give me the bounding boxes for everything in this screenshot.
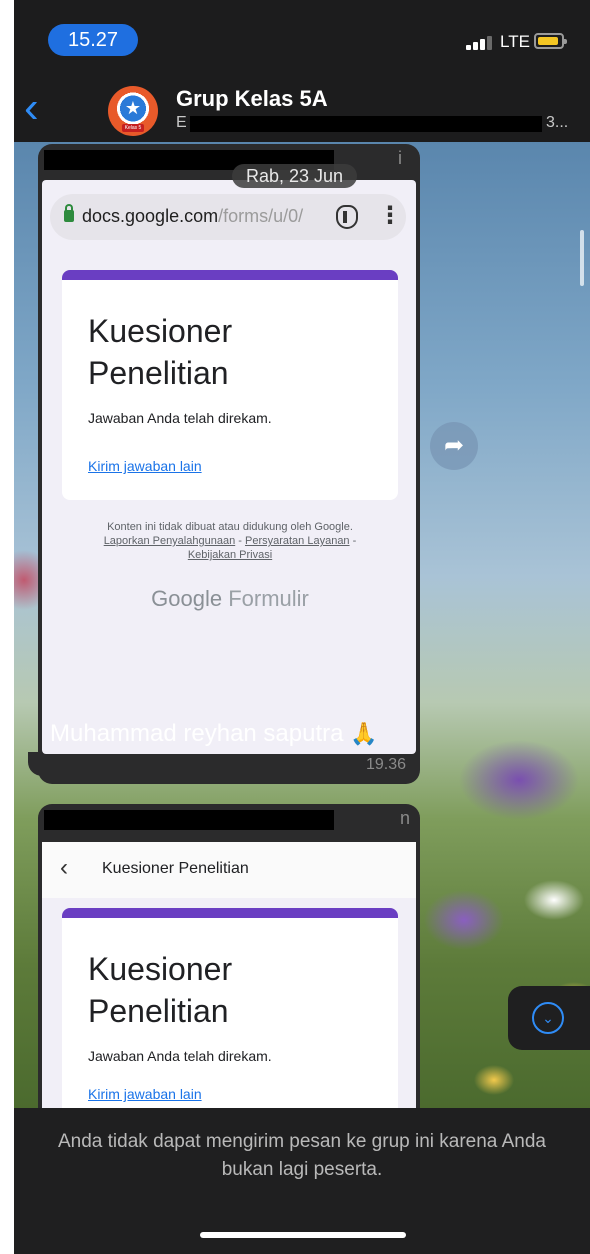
praying-hands-icon: 🙏 — [350, 721, 378, 746]
sender-name[interactable]: i — [38, 144, 420, 174]
brand-name: Google — [151, 586, 223, 611]
scroll-down-button[interactable]: ⌄ — [508, 986, 590, 1050]
home-indicator[interactable] — [200, 1232, 406, 1238]
form-accent-bar — [62, 270, 398, 280]
caption-text: Muhammad reyhan saputra — [50, 720, 344, 747]
subtitle-end: 3... — [546, 114, 569, 131]
form-accent-bar — [62, 908, 398, 918]
group-title[interactable]: Grup Kelas 5A — [176, 86, 328, 112]
lock-icon — [64, 204, 74, 222]
url-text: docs.google.com/forms/u/0/ — [82, 206, 303, 227]
browser-url-bar: docs.google.com/forms/u/0/ ⋮ — [50, 194, 406, 240]
form-title: Kuesioner Penelitian — [88, 313, 233, 391]
kebab-menu-icon: ⋮ — [378, 202, 402, 229]
date-chip: Rab, 23 Jun — [232, 164, 358, 188]
app-bar: ‹ Kuesioner Penelitian — [42, 842, 416, 898]
form-disclaimer: Konten ini tidak dibuat atau didukung ol… — [62, 520, 398, 562]
privacy-link: Kebijakan Privasi — [187, 549, 273, 561]
signal-icon — [466, 36, 496, 50]
google-forms-brand: Google Formulir — [62, 586, 398, 612]
form-response-text: Jawaban Anda telah direkam. — [88, 410, 272, 426]
chat-screen: 15.27 LTE ‹ ★ Kelas 5 Grup Kelas 5A E 3.… — [14, 0, 590, 1254]
screenshot-image[interactable]: ‹ Kuesioner Penelitian Kuesioner Penelit… — [42, 842, 416, 1124]
form-card: Kuesioner Penelitian Jawaban Anda telah … — [62, 908, 398, 1124]
message-bubble[interactable]: n ‹ Kuesioner Penelitian Kuesioner Penel… — [38, 804, 420, 1124]
form-response-text: Jawaban Anda telah direkam. — [88, 1048, 272, 1064]
shield-icon — [336, 205, 358, 229]
chat-header: ‹ ★ Kelas 5 Grup Kelas 5A E 3... — [14, 80, 590, 142]
redacted-member-list — [190, 116, 542, 132]
form-resubmit-link: Kirim jawaban lain — [88, 458, 202, 474]
forward-icon[interactable]: ➦ — [430, 422, 478, 470]
url-path: /forms/u/0/ — [218, 206, 304, 226]
chevron-left-icon: ‹ — [60, 854, 68, 881]
status-bar: 15.27 LTE — [14, 0, 590, 80]
redacted-sender — [44, 810, 334, 830]
report-link: Laporkan Penyalahgunaan — [103, 535, 236, 547]
network-type: LTE — [500, 32, 530, 51]
brand-suffix: Formulir — [228, 586, 309, 611]
sender-fragment: i — [398, 148, 402, 168]
form-resubmit-link: Kirim jawaban lain — [88, 1086, 202, 1102]
runner-icon: ★ — [124, 98, 142, 118]
form-card: Kuesioner Penelitian Jawaban Anda telah … — [62, 270, 398, 500]
chevron-left-icon[interactable]: ‹ — [24, 86, 54, 130]
message-caption: Muhammad reyhan saputra 🙏 — [50, 720, 378, 748]
sender-fragment: n — [400, 808, 411, 828]
message-bubble[interactable]: i docs.google.com/forms/u/0/ ⋮ Kuesioner… — [38, 144, 420, 784]
group-avatar[interactable]: ★ Kelas 5 — [108, 86, 158, 136]
not-member-banner: Anda tidak dapat mengirim pesan ke grup … — [14, 1108, 590, 1254]
message-time: 19.36 — [365, 756, 406, 773]
subtitle-start: E — [176, 114, 187, 131]
battery-icon — [534, 33, 567, 49]
status-time[interactable]: 15.27 — [48, 24, 138, 56]
chevron-down-icon: ⌄ — [532, 1002, 564, 1034]
avatar-label: Kelas 5 — [122, 124, 144, 132]
terms-link: Persyaratan Layanan — [244, 535, 350, 547]
disclaimer-text: Konten ini tidak dibuat atau didukung ol… — [107, 521, 353, 533]
not-member-text: Anda tidak dapat mengirim pesan ke grup … — [58, 1131, 546, 1180]
screenshot-image[interactable]: docs.google.com/forms/u/0/ ⋮ Kuesioner P… — [42, 180, 416, 754]
app-bar-title: Kuesioner Penelitian — [102, 860, 249, 877]
group-subtitle[interactable]: E 3... — [176, 114, 569, 132]
url-domain: docs.google.com — [82, 206, 219, 226]
scroll-indicator[interactable] — [580, 230, 584, 286]
sender-name[interactable]: n — [38, 804, 420, 834]
form-title: Kuesioner Penelitian — [88, 951, 233, 1029]
